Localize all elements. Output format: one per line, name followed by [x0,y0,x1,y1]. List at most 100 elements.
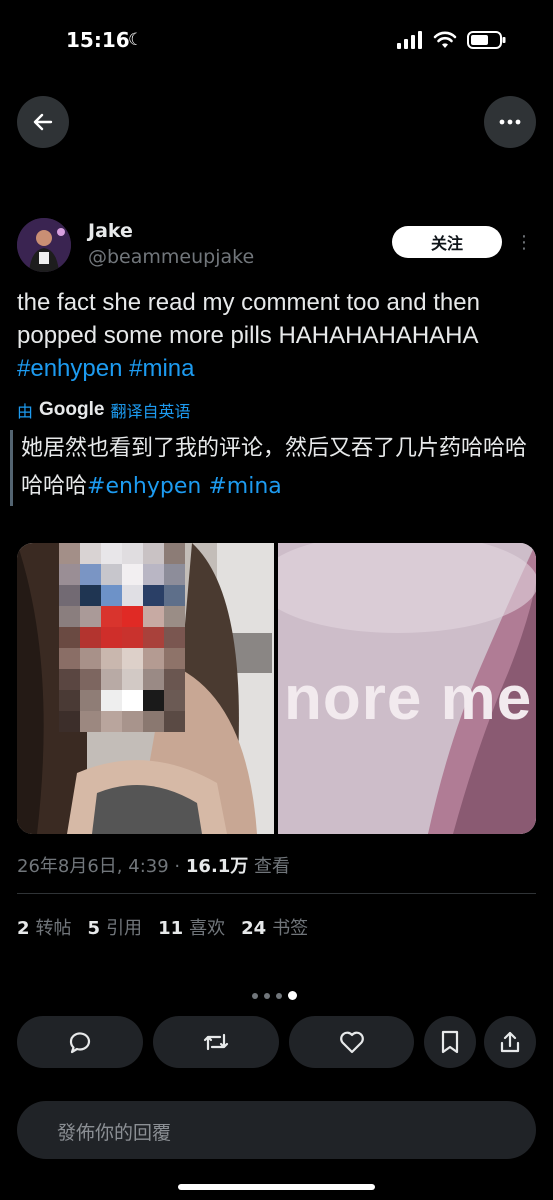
pixel-block [59,690,80,711]
pixel-block [143,669,164,690]
pixel-block [80,669,101,690]
media-gallery: nore me [17,543,536,834]
status-bar: 15:16 ☾ [0,0,553,80]
display-name[interactable]: Jake [88,220,133,242]
engagement-stats: 2 转帖 5 引用 11 喜欢 24 书签 [17,914,308,940]
pixel-block [143,648,164,669]
pixel-block [143,585,164,606]
hashtag-link[interactable]: #mina [208,474,281,499]
pixel-block [164,648,185,669]
pixel-block [122,606,143,627]
tweet-text: the fact she read my comment too and the… [17,286,542,385]
pixel-block [59,606,80,627]
pixel-block [59,543,80,564]
pixel-block [59,627,80,648]
page-dot [264,992,270,999]
pixel-block [101,648,122,669]
repost-button[interactable] [153,1016,279,1068]
pixel-block [164,585,185,606]
pixel-block [164,627,185,648]
timestamp: 26年8月6日, 4:39 [17,856,169,877]
page-dot [276,992,282,999]
pixel-block [80,564,101,585]
hashtag-link[interactable]: #enhypen [87,474,201,499]
ellipsis-icon [499,119,521,125]
pixel-block [101,690,122,711]
pixel-block [80,585,101,606]
reply-icon [69,1032,91,1054]
pixel-block [59,564,80,585]
arrow-left-icon [33,113,53,131]
bookmark-button[interactable] [424,1016,476,1068]
like-button[interactable] [289,1016,414,1068]
likes-stat[interactable]: 11 喜欢 [158,914,225,940]
pixel-block [80,711,101,732]
pixel-block [59,669,80,690]
pixel-block [122,648,143,669]
pixel-block [59,585,80,606]
views-label: 查看 [254,856,291,877]
back-button[interactable] [17,96,69,148]
follow-button[interactable]: 关注 [392,226,502,258]
page-dot [252,992,258,999]
repost-icon [203,1033,229,1051]
pixel-block [101,606,122,627]
pixel-block [101,585,122,606]
hashtag-link[interactable]: #enhypen [17,355,122,382]
image-caption: nore me [284,664,533,733]
avatar-image [17,218,71,272]
pixel-block [143,564,164,585]
pixel-block [164,606,185,627]
pixel-block [122,564,143,585]
pixel-block [143,606,164,627]
like-icon [339,1031,364,1054]
reply-button[interactable] [17,1016,143,1068]
pixel-block [164,564,185,585]
carousel-indicator [252,991,297,1000]
quotes-stat[interactable]: 5 引用 [88,914,143,940]
user-handle[interactable]: @beammeupjake [88,246,254,268]
tweet-meta: 26年8月6日, 4:39 · 16.1万 查看 [17,852,290,878]
pixel-block [59,648,80,669]
cellular-signal-icon [397,31,422,49]
pixel-block [122,669,143,690]
pixel-block [80,627,101,648]
meta-separator: · [174,856,181,877]
reply-placeholder: 發佈你的回覆 [57,1122,172,1144]
tweet-menu-icon[interactable]: ⋮ [515,226,533,258]
status-time: 15:16 [66,28,130,52]
translated-text: 她居然也看到了我的评论，然后又吞了几片药哈哈哈哈哈哈#enhypen #mina [10,430,542,506]
pixel-block [122,585,143,606]
pixel-block [80,648,101,669]
pixel-block [80,690,101,711]
pixel-block [80,543,101,564]
more-options-button[interactable] [484,96,536,148]
pixel-block [164,669,185,690]
pixel-block [122,711,143,732]
pixel-block [143,690,164,711]
pixel-block [164,543,185,564]
media-image-left[interactable] [17,543,274,834]
pixel-block [101,711,122,732]
pixel-block [101,564,122,585]
pixel-block [101,669,122,690]
share-button[interactable] [484,1016,536,1068]
pixel-block [80,606,101,627]
pixel-block [143,711,164,732]
battery-icon [467,31,506,49]
divider [17,893,536,894]
hashtag-link[interactable]: #mina [129,355,194,382]
google-logo: Google [39,399,105,420]
home-indicator[interactable] [178,1184,375,1190]
bookmarks-stat[interactable]: 24 书签 [241,914,308,940]
translation-source: 翻译自英语 [110,402,191,421]
wifi-icon [433,31,457,48]
reposts-stat[interactable]: 2 转帖 [17,914,72,940]
reply-input[interactable]: 發佈你的回覆 [17,1101,536,1159]
media-image-right[interactable]: nore me [278,543,536,834]
pixel-block [143,543,164,564]
translation-attribution[interactable]: 由 Google 翻译自英语 [17,398,190,422]
pixel-block [101,627,122,648]
avatar[interactable] [17,218,71,272]
moon-icon: ☾ [128,30,144,50]
